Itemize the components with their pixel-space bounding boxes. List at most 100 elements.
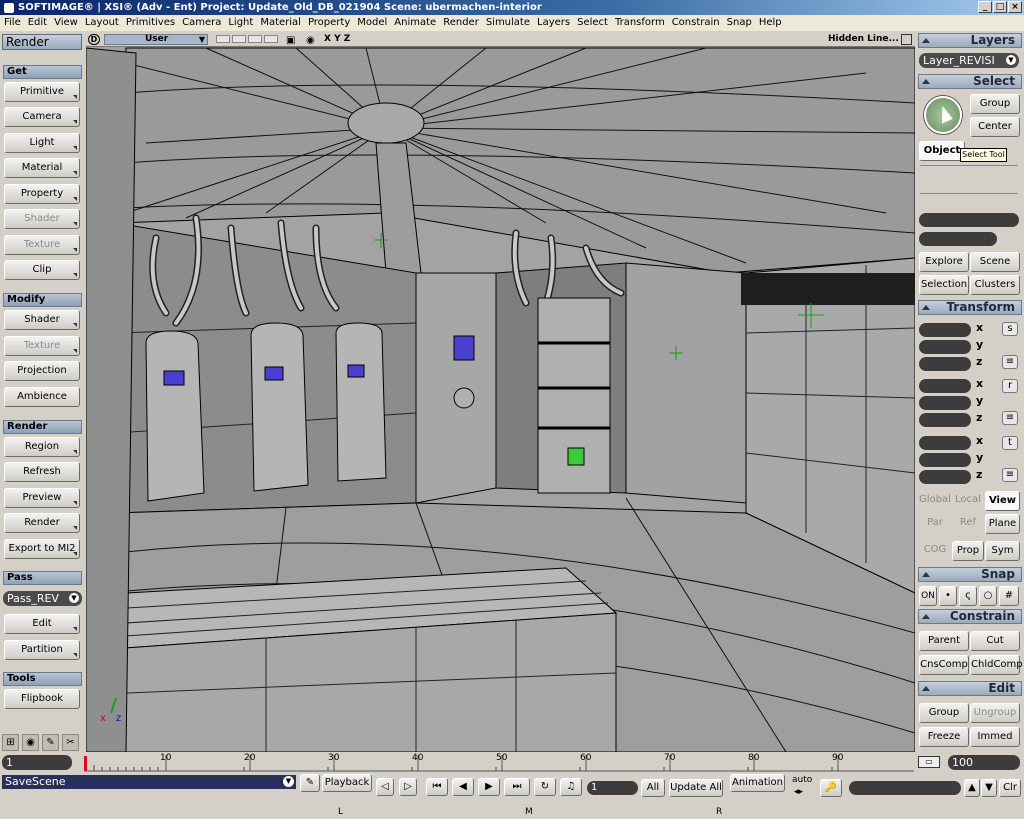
menu-property[interactable]: Property xyxy=(304,15,353,31)
clear-button[interactable]: Clr xyxy=(999,779,1021,797)
prop-button[interactable]: Prop xyxy=(952,541,984,561)
material-button[interactable]: Material xyxy=(4,158,80,178)
next-frame-icon[interactable]: ▷ xyxy=(399,778,417,796)
edit-header[interactable]: Edit xyxy=(918,681,1022,696)
key-nav-icon[interactable]: ◂▸ xyxy=(794,787,803,797)
light-button[interactable]: Light xyxy=(4,133,80,153)
group-edit-button[interactable]: Group xyxy=(919,703,969,723)
audio-icon[interactable]: ♫ xyxy=(560,778,582,796)
property-button[interactable]: Property xyxy=(4,184,80,204)
object-button[interactable]: Object xyxy=(919,141,965,161)
ungroup-button[interactable]: Ungroup xyxy=(970,703,1020,723)
menu-camera[interactable]: Camera xyxy=(178,15,224,31)
animation-button[interactable]: Animation xyxy=(730,774,785,792)
rotate-x-field[interactable] xyxy=(919,379,971,393)
maximize-button[interactable]: □ xyxy=(993,1,1007,13)
selection-slider[interactable] xyxy=(920,165,1018,175)
menu-view[interactable]: View xyxy=(50,15,81,31)
cnscomp-button[interactable]: CnsComp xyxy=(919,655,969,675)
pass-dropdown[interactable]: Pass_REV ▼ xyxy=(3,591,82,606)
scale-z-field[interactable] xyxy=(919,357,971,371)
constrain-header[interactable]: Constrain xyxy=(918,609,1022,624)
global-button[interactable]: Global xyxy=(919,491,951,511)
key-down-icon[interactable]: ▼ xyxy=(981,779,997,797)
toolbar-title[interactable]: Render xyxy=(2,34,82,50)
ref-button[interactable]: Ref xyxy=(952,514,984,534)
group-select-button[interactable]: Group xyxy=(970,94,1020,114)
playback-button[interactable]: Playback xyxy=(322,774,372,792)
snap-grid-icon[interactable]: # xyxy=(999,586,1019,606)
projection-button[interactable]: Projection xyxy=(4,361,80,381)
auto-key-label[interactable]: auto xyxy=(792,775,812,785)
local-button[interactable]: Local xyxy=(952,491,984,511)
3d-viewport[interactable]: x z xyxy=(86,33,915,752)
last-frame-icon[interactable]: ⏭ xyxy=(504,778,530,796)
center-button[interactable]: Center xyxy=(970,117,1020,137)
snap-curve-icon[interactable]: ς xyxy=(959,586,977,606)
snap-header[interactable]: Snap xyxy=(918,567,1022,582)
selection-field[interactable] xyxy=(919,213,1019,227)
snap-on-button[interactable]: ON xyxy=(919,586,937,606)
sym-button[interactable]: Sym xyxy=(985,541,1020,561)
key-value-field[interactable] xyxy=(849,781,961,795)
menu-edit[interactable]: Edit xyxy=(24,15,50,31)
camera-icon[interactable]: ▣ xyxy=(286,34,295,47)
scale-icon[interactable]: s xyxy=(1002,322,1018,336)
maximize-viewport-icon[interactable] xyxy=(901,34,912,45)
scene-button[interactable]: Scene xyxy=(970,252,1020,272)
rewind-icon[interactable]: ⏮ xyxy=(426,778,448,796)
chldcomp-button[interactable]: ChldComp xyxy=(970,655,1023,675)
loop-icon[interactable]: ↻ xyxy=(534,778,556,796)
translate-menu-icon[interactable]: ≡ xyxy=(1002,468,1018,482)
end-frame-field[interactable]: 100 xyxy=(948,755,1020,770)
rotate-y-field[interactable] xyxy=(919,396,971,410)
time-ruler[interactable] xyxy=(84,753,914,773)
toolbar-render-icon[interactable]: ◉ xyxy=(22,734,39,751)
rotate-z-field[interactable] xyxy=(919,413,971,427)
rotate-menu-icon[interactable]: ≡ xyxy=(1002,411,1018,425)
region-button[interactable]: Region xyxy=(4,437,80,457)
menu-constrain[interactable]: Constrain xyxy=(668,15,723,31)
key-icon[interactable]: 🔑 xyxy=(820,779,842,797)
texture-get-button[interactable]: Texture xyxy=(4,235,80,255)
menu-simulate[interactable]: Simulate xyxy=(482,15,533,31)
translate-z-field[interactable] xyxy=(919,470,971,484)
all-button[interactable]: All xyxy=(641,779,665,797)
translate-icon[interactable]: t xyxy=(1002,436,1018,450)
menu-snap[interactable]: Snap xyxy=(723,15,755,31)
menu-help[interactable]: Help xyxy=(755,15,785,31)
menu-model[interactable]: Model xyxy=(353,15,390,31)
parent-button[interactable]: Parent xyxy=(919,631,969,651)
selection-button[interactable]: Selection xyxy=(919,275,969,295)
scale-menu-icon[interactable]: ≡ xyxy=(1002,355,1018,369)
axes-toggle[interactable]: X Y Z xyxy=(324,33,350,46)
clip-button[interactable]: Clip xyxy=(4,260,80,280)
filter-slider[interactable] xyxy=(920,193,1018,201)
play-backward-icon[interactable]: ◀ xyxy=(452,778,474,796)
first-frame-icon[interactable]: ◁ xyxy=(376,778,394,796)
command-line[interactable]: SaveScene ▼ xyxy=(2,775,296,789)
texture-modify-button[interactable]: Texture xyxy=(4,336,80,356)
selection-name-field[interactable] xyxy=(919,232,997,246)
menu-render[interactable]: Render xyxy=(439,15,482,31)
explore-button[interactable]: Explore xyxy=(919,252,969,272)
translate-x-field[interactable] xyxy=(919,436,971,450)
cog-button[interactable]: COG xyxy=(919,541,951,561)
camera-dropdown[interactable]: User ▼ xyxy=(104,34,208,45)
preview-button[interactable]: Preview xyxy=(4,488,80,508)
layer-dropdown[interactable]: Layer_REVISI ▼ xyxy=(919,53,1019,68)
minimize-button[interactable]: _ xyxy=(978,1,992,13)
select-header[interactable]: Select xyxy=(918,74,1022,89)
visibility-toggles[interactable] xyxy=(216,35,278,43)
rotate-icon[interactable]: r xyxy=(1002,379,1018,393)
snap-surface-icon[interactable]: ○ xyxy=(979,586,997,606)
shader-get-button[interactable]: Shader xyxy=(4,209,80,229)
playback-frame-field[interactable]: 1 xyxy=(587,781,638,795)
pass-edit-button[interactable]: Edit xyxy=(4,614,80,634)
key-up-icon[interactable]: ▲ xyxy=(964,779,980,797)
camera-button[interactable]: Camera xyxy=(4,107,80,127)
select-arrow-icon[interactable] xyxy=(924,96,962,134)
menu-animate[interactable]: Animate xyxy=(390,15,439,31)
clusters-button[interactable]: Clusters xyxy=(970,275,1020,295)
primitive-button[interactable]: Primitive xyxy=(4,82,80,102)
